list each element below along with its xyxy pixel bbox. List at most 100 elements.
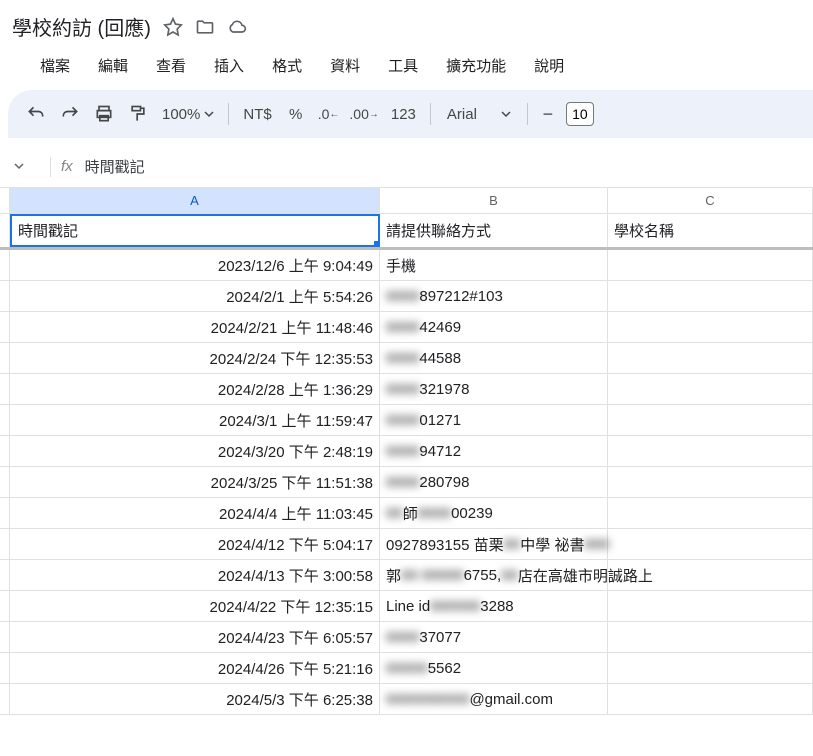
cell[interactable] (608, 312, 813, 342)
increase-decimal-icon[interactable]: .00→ (345, 98, 382, 130)
undo-icon[interactable] (20, 98, 52, 130)
number-format-button[interactable]: 123 (385, 98, 422, 130)
paint-format-icon[interactable] (122, 98, 154, 130)
cell[interactable]: 2024/3/25 下午 11:51:38 (10, 467, 380, 497)
cell[interactable]: 2023/12/6 上午 9:04:49 (10, 250, 380, 280)
percent-button[interactable]: % (280, 98, 312, 130)
decrease-font-icon[interactable]: − (536, 102, 560, 126)
folder-icon[interactable] (195, 17, 215, 37)
menu-insert[interactable]: 插入 (204, 51, 254, 80)
cell[interactable]: 2024/4/4 上午 11:03:45 (10, 498, 380, 528)
formula-input[interactable]: 時間戳記 (85, 156, 145, 177)
cell[interactable]: 2024/2/21 上午 11:48:46 (10, 312, 380, 342)
name-box[interactable] (14, 158, 40, 176)
cell[interactable]: 000044588 (380, 343, 608, 373)
cell[interactable]: 000094712 (380, 436, 608, 466)
redo-icon[interactable] (54, 98, 86, 130)
cell[interactable] (608, 684, 813, 714)
row-header[interactable] (0, 653, 10, 683)
cell[interactable]: 00師000000239 (380, 498, 608, 528)
cell[interactable]: 2024/2/1 上午 5:54:26 (10, 281, 380, 311)
cell[interactable]: 2024/3/20 下午 2:48:19 (10, 436, 380, 466)
zoom-select[interactable]: 100% (156, 106, 220, 123)
separator (527, 103, 528, 125)
star-icon[interactable] (163, 17, 183, 37)
cell[interactable]: 2024/2/24 下午 12:35:53 (10, 343, 380, 373)
cell[interactable]: 0000321978 (380, 374, 608, 404)
menu-help[interactable]: 說明 (524, 51, 574, 80)
cell[interactable]: 2024/3/1 上午 11:59:47 (10, 405, 380, 435)
row-header[interactable] (0, 684, 10, 714)
row-header[interactable] (0, 622, 10, 652)
cell[interactable]: 0927893155 苗栗00中學 祕書000 (380, 529, 608, 559)
cell[interactable] (608, 622, 813, 652)
cell[interactable] (608, 436, 813, 466)
cell[interactable]: 2024/5/3 下午 6:25:38 (10, 684, 380, 714)
row-header[interactable] (0, 436, 10, 466)
cell[interactable]: 2024/4/26 下午 5:21:16 (10, 653, 380, 683)
cell[interactable] (608, 343, 813, 373)
cell[interactable]: 2024/4/22 下午 12:35:15 (10, 591, 380, 621)
cell[interactable] (608, 653, 813, 683)
cell[interactable]: 2024/2/28 上午 1:36:29 (10, 374, 380, 404)
row-header[interactable] (0, 560, 10, 590)
col-header-b[interactable]: B (380, 188, 608, 213)
menu-edit[interactable]: 編輯 (88, 51, 138, 80)
col-header-a[interactable]: A (10, 188, 380, 213)
select-all-corner[interactable] (0, 188, 10, 213)
row-header[interactable] (0, 343, 10, 373)
cell[interactable] (608, 250, 813, 280)
decrease-decimal-icon[interactable]: .0← (314, 98, 344, 130)
row-header[interactable] (0, 405, 10, 435)
table-row: 2024/2/24 下午 12:35:53000044588 (0, 343, 813, 374)
cell[interactable]: 0000280798 (380, 467, 608, 497)
cell[interactable]: 2024/4/13 下午 3:00:58 (10, 560, 380, 590)
font-select[interactable]: Arial (439, 106, 519, 123)
col-header-c[interactable]: C (608, 188, 813, 213)
cell[interactable]: Line id0000003288 (380, 591, 608, 621)
cell-c1[interactable]: 學校名稱 (608, 214, 813, 247)
cell-a1[interactable]: 時間戳記 (10, 214, 380, 247)
cell[interactable]: 000037077 (380, 622, 608, 652)
row-header[interactable] (0, 529, 10, 559)
cell[interactable] (608, 560, 813, 590)
cell[interactable]: 手機 (380, 250, 608, 280)
cell[interactable] (608, 591, 813, 621)
row-header[interactable] (0, 312, 10, 342)
cell[interactable]: 2024/4/23 下午 6:05:57 (10, 622, 380, 652)
currency-button[interactable]: NT$ (237, 98, 277, 130)
cell[interactable]: 0000897212#103 (380, 281, 608, 311)
cell[interactable]: 000001271 (380, 405, 608, 435)
menu-view[interactable]: 查看 (146, 51, 196, 80)
row-header[interactable] (0, 281, 10, 311)
font-size-input[interactable] (566, 102, 594, 126)
print-icon[interactable] (88, 98, 120, 130)
cell[interactable] (608, 529, 813, 559)
menu-file[interactable]: 檔案 (30, 51, 80, 80)
row-header[interactable] (0, 214, 10, 247)
row-header[interactable] (0, 374, 10, 404)
row-header[interactable] (0, 467, 10, 497)
cell[interactable]: 000005562 (380, 653, 608, 683)
cell[interactable]: 郭00 000006755,00店在高雄市明誠路上 (380, 560, 608, 590)
menu-format[interactable]: 格式 (262, 51, 312, 80)
row-header[interactable] (0, 591, 10, 621)
cell[interactable] (608, 467, 813, 497)
cell[interactable]: 0000000000@gmail.com (380, 684, 608, 714)
menu-tools[interactable]: 工具 (378, 51, 428, 80)
menu-extensions[interactable]: 擴充功能 (436, 51, 516, 80)
doc-title[interactable]: 學校約訪 (回應) (12, 12, 151, 41)
table-row: 2024/4/26 下午 5:21:16000005562 (0, 653, 813, 684)
cell[interactable] (608, 405, 813, 435)
menu-data[interactable]: 資料 (320, 51, 370, 80)
cell-b1[interactable]: 請提供聯絡方式 (380, 214, 608, 247)
cell[interactable] (608, 281, 813, 311)
row-header[interactable] (0, 250, 10, 280)
cell[interactable] (608, 374, 813, 404)
cell[interactable]: 000042469 (380, 312, 608, 342)
cell[interactable] (608, 498, 813, 528)
cell[interactable]: 2024/4/12 下午 5:04:17 (10, 529, 380, 559)
cloud-icon[interactable] (227, 17, 247, 37)
row-header[interactable] (0, 498, 10, 528)
chevron-down-icon (14, 158, 24, 176)
